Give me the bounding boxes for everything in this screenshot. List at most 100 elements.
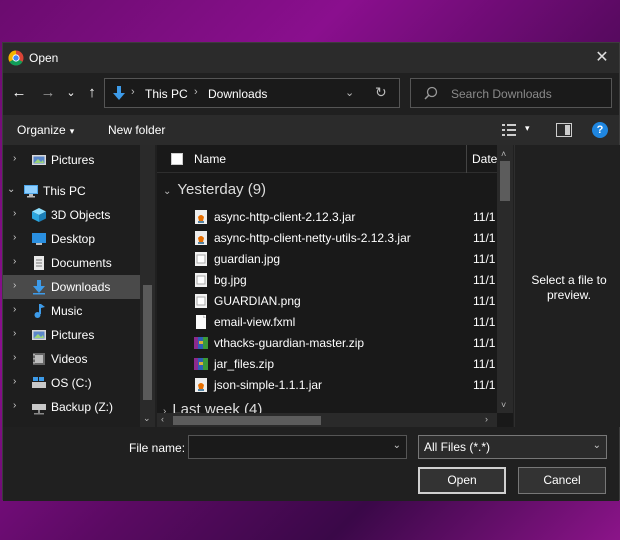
address-row: ← → ⌄ ↑ › This PC › Downloads ⌄ ↻ Search… <box>3 73 619 113</box>
file-row[interactable]: async-http-client-2.12.3.jar 11/1 <box>157 207 497 228</box>
jar-icon <box>195 210 207 224</box>
column-header: Name Date <box>157 145 497 173</box>
chevron-right-icon[interactable]: › <box>13 328 16 339</box>
close-button[interactable]: ✕ <box>591 47 613 69</box>
breadcrumb-separator: › <box>131 86 135 98</box>
file-list-horizontal-scrollbar[interactable]: ‹ › <box>157 413 497 427</box>
nav-item-pictures-quick[interactable]: › Pictures <box>3 148 155 172</box>
chevron-down-icon[interactable]: ⌄ <box>393 440 401 451</box>
back-button[interactable]: ← <box>9 83 29 103</box>
column-header-name[interactable]: Name <box>194 152 226 166</box>
nav-item-this-pc[interactable]: ⌄ This PC <box>3 179 155 203</box>
file-row[interactable]: async-http-client-netty-utils-2.12.3.jar… <box>157 228 497 249</box>
file-row[interactable]: jar_files.zip 11/1 <box>157 354 497 375</box>
file-row[interactable]: vthacks-guardian-master.zip 11/1 <box>157 333 497 354</box>
search-icon <box>424 86 438 100</box>
file-date: 11/1 <box>473 357 496 371</box>
preview-pane-icon[interactable] <box>556 123 572 137</box>
nav-label: OS (C:) <box>51 376 92 390</box>
search-box[interactable]: Search Downloads <box>410 78 612 108</box>
breadcrumb-downloads[interactable]: Downloads <box>208 87 267 101</box>
file-name-input[interactable]: ⌄ <box>188 435 407 459</box>
select-all-checkbox[interactable] <box>171 153 183 165</box>
file-date: 11/1 <box>473 273 496 287</box>
file-row[interactable]: guardian.jpg 11/1 <box>157 249 497 270</box>
breadcrumb-this-pc[interactable]: This PC <box>145 87 188 101</box>
nav-label: Documents <box>51 256 112 270</box>
nav-label: Pictures <box>51 153 95 167</box>
chevron-right-icon[interactable]: › <box>13 208 16 219</box>
chevron-right-icon[interactable]: › <box>13 280 16 291</box>
chevron-right-icon[interactable]: › <box>13 352 16 363</box>
open-file-dialog: Open ✕ ← → ⌄ ↑ › This PC › Downloads ⌄ ↻… <box>2 42 620 501</box>
up-button[interactable]: ↑ <box>82 83 102 103</box>
nav-label: Music <box>51 304 83 318</box>
network-drive-icon <box>32 404 46 415</box>
chevron-down-icon[interactable]: ⌄ <box>593 440 601 451</box>
column-header-date[interactable]: Date <box>472 152 497 166</box>
scrollbar-thumb[interactable] <box>500 161 510 201</box>
address-bar[interactable]: › This PC › Downloads ⌄ ↻ <box>104 78 400 108</box>
file-row[interactable]: json-simple-1.1.1.jar 11/1 <box>157 375 497 396</box>
nav-item-pictures[interactable]: › Pictures <box>3 323 155 347</box>
chevron-right-icon[interactable]: › <box>13 400 16 411</box>
file-name: email-view.fxml <box>214 315 296 329</box>
file-date: 11/1 <box>473 378 496 392</box>
nav-item-backup-z[interactable]: › Backup (Z:) <box>3 395 155 419</box>
view-options-icon[interactable] <box>501 123 517 137</box>
cancel-button[interactable]: Cancel <box>518 467 606 494</box>
scroll-down-icon[interactable]: ˅ <box>501 400 506 410</box>
refresh-icon[interactable]: ↻ <box>375 84 387 101</box>
nav-item-downloads[interactable]: › Downloads <box>3 275 155 299</box>
chevron-right-icon[interactable]: › <box>13 256 16 267</box>
nav-item-videos[interactable]: › Videos <box>3 347 155 371</box>
file-date: 11/1 <box>473 315 496 329</box>
group-header-yesterday[interactable]: ⌄ Yesterday (9) <box>163 181 266 198</box>
preview-message: Select a file to preview. <box>531 273 607 302</box>
file-name-label: File name: <box>129 441 186 455</box>
scroll-right-icon[interactable]: › <box>485 414 488 424</box>
scroll-left-icon[interactable]: ‹ <box>161 414 164 424</box>
chevron-right-icon[interactable]: › <box>13 232 16 243</box>
navigation-scrollbar[interactable]: ⌄ <box>140 145 155 427</box>
file-date: 11/1 <box>473 210 496 224</box>
scroll-up-icon[interactable]: ˄ <box>501 149 506 159</box>
chevron-right-icon[interactable]: › <box>13 304 16 315</box>
open-button[interactable]: Open <box>418 467 506 494</box>
column-divider[interactable] <box>466 145 467 173</box>
file-type-select[interactable]: All Files (*.*) ⌄ <box>418 435 607 459</box>
preview-pane: Select a file to preview. <box>514 145 620 427</box>
new-folder-button[interactable]: New folder <box>108 123 165 137</box>
jar-icon <box>195 231 207 245</box>
forward-button[interactable]: → <box>38 83 58 103</box>
nav-item-os-c[interactable]: › OS (C:) <box>3 371 155 395</box>
command-bar: Organize ▾ New folder ▾ ? <box>3 115 619 145</box>
nav-label: 3D Objects <box>51 208 111 222</box>
downloads-icon <box>33 280 45 295</box>
file-list: Name Date ⌄ Yesterday (9) async-http-clie… <box>157 145 513 427</box>
view-dropdown-icon[interactable]: ▾ <box>525 123 530 134</box>
downloads-icon <box>113 86 125 100</box>
nav-item-desktop[interactable]: › Desktop <box>3 227 155 251</box>
nav-item-music[interactable]: › Music <box>3 299 155 323</box>
navigation-pane: › Pictures ⌄ This PC › 3D Objects › Desk… <box>3 145 155 427</box>
file-list-vertical-scrollbar[interactable]: ˄ ˅ <box>497 145 513 413</box>
organize-button[interactable]: Organize ▾ <box>17 123 74 137</box>
file-row[interactable]: GUARDIAN.png 11/1 <box>157 291 497 312</box>
file-row[interactable]: bg.jpg 11/1 <box>157 270 497 291</box>
nav-item-3d-objects[interactable]: › 3D Objects <box>3 203 155 227</box>
recent-locations-button[interactable]: ⌄ <box>61 83 81 103</box>
scroll-down-icon[interactable]: ⌄ <box>143 413 151 424</box>
chevron-right-icon[interactable]: › <box>13 376 16 387</box>
chevron-right-icon[interactable]: › <box>13 153 16 164</box>
help-icon[interactable]: ? <box>592 122 608 138</box>
music-icon <box>34 304 45 318</box>
file-row[interactable]: email-view.fxml 11/1 <box>157 312 497 333</box>
chevron-down-icon: ⌄ <box>163 186 172 197</box>
nav-item-documents[interactable]: › Documents <box>3 251 155 275</box>
address-dropdown-icon[interactable]: ⌄ <box>345 86 354 99</box>
image-file-icon <box>195 294 207 308</box>
scrollbar-thumb[interactable] <box>173 416 321 425</box>
chevron-down-icon[interactable]: ⌄ <box>7 184 15 195</box>
scrollbar-thumb[interactable] <box>143 285 152 400</box>
